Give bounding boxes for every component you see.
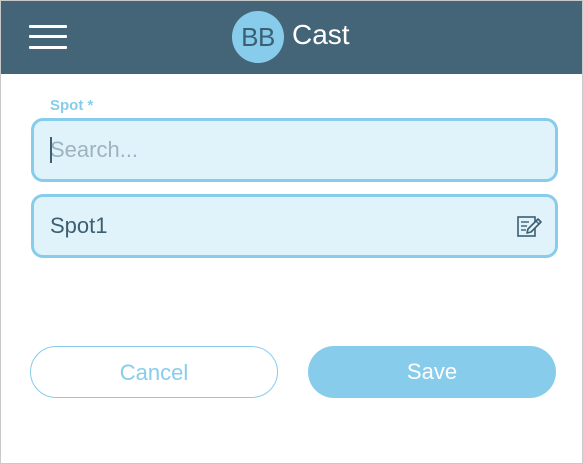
- app-window: BB Cast Spot * Spot1 Cancel Save: [0, 0, 583, 464]
- selected-spot-label: Spot1: [50, 213, 108, 238]
- spot-search-input[interactable]: [34, 121, 555, 179]
- hamburger-line: [29, 46, 67, 49]
- edit-note-icon[interactable]: [515, 212, 543, 240]
- app-header: BB Cast: [1, 1, 582, 74]
- hamburger-line: [29, 35, 67, 38]
- app-logo: BB Cast: [232, 11, 350, 63]
- logo-badge: BB: [232, 11, 284, 63]
- cancel-button[interactable]: Cancel: [30, 346, 278, 398]
- spot-field-label: Spot *: [50, 97, 94, 114]
- hamburger-line: [29, 25, 67, 28]
- spot-search-field[interactable]: [31, 118, 558, 182]
- logo-text: Cast: [292, 19, 350, 50]
- text-caret: [50, 137, 52, 163]
- selected-spot-item[interactable]: Spot1: [31, 194, 558, 258]
- hamburger-menu-icon[interactable]: [27, 23, 69, 51]
- save-button[interactable]: Save: [308, 346, 556, 398]
